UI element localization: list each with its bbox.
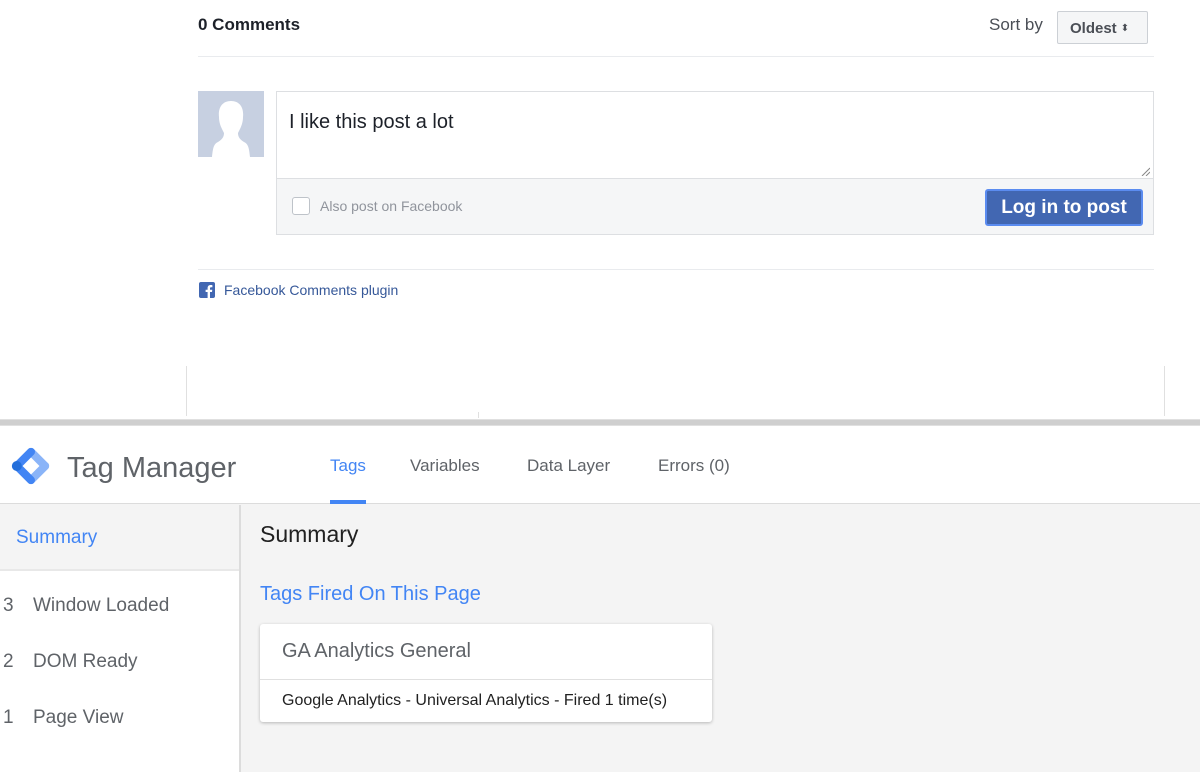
default-avatar-silhouette-icon xyxy=(212,101,250,157)
tab-tags[interactable]: Tags xyxy=(330,456,366,504)
tab-variables[interactable]: Variables xyxy=(410,456,480,504)
facebook-comments-plugin-link[interactable]: Facebook Comments plugin xyxy=(224,282,398,298)
comment-composer: Also post on Facebook Log in to post xyxy=(276,91,1154,235)
plugin-attribution: Facebook Comments plugin xyxy=(199,282,398,298)
divider xyxy=(198,56,1154,57)
section-title: Tags Fired On This Page xyxy=(260,583,481,605)
log-in-to-post-button[interactable]: Log in to post xyxy=(985,189,1143,226)
composer-footer: Also post on Facebook Log in to post xyxy=(277,178,1153,234)
tab-data-layer[interactable]: Data Layer xyxy=(527,456,610,504)
event-number: 1 xyxy=(3,707,14,728)
resize-handle-icon[interactable] xyxy=(1140,166,1150,176)
event-label: DOM Ready xyxy=(33,651,138,672)
page-title: Summary xyxy=(260,521,359,547)
panel-splitter[interactable] xyxy=(0,419,1200,426)
also-post-checkbox[interactable] xyxy=(292,197,310,215)
tag-manager-debug-panel: Tag Manager Tags Variables Data Layer Er… xyxy=(0,426,1200,772)
facebook-comments-section: 0 Comments Sort by Oldest⬍ Also post on … xyxy=(0,0,1200,420)
tag-description: Google Analytics - Universal Analytics -… xyxy=(282,692,668,709)
event-number: 3 xyxy=(3,595,14,616)
tag-card[interactable]: GA Analytics General Google Analytics - … xyxy=(260,624,712,722)
sidebar-item-window-loaded[interactable]: 3 Window Loaded xyxy=(0,595,239,635)
comment-input[interactable] xyxy=(277,92,1153,178)
sort-select[interactable]: Oldest ⬍ xyxy=(1057,11,1148,44)
sidebar-item-dom-ready[interactable]: 2 DOM Ready xyxy=(0,651,239,691)
tab-errors[interactable]: Errors (0) xyxy=(658,456,730,504)
tag-name: GA Analytics General xyxy=(282,640,471,662)
divider xyxy=(260,679,712,680)
sort-label: Sort by xyxy=(989,15,1043,34)
facebook-logo-icon xyxy=(199,282,215,298)
divider xyxy=(198,269,1154,270)
comment-count: 0 Comments xyxy=(198,15,301,34)
app-title: Tag Manager xyxy=(67,452,237,484)
sidebar-item-page-view[interactable]: 1 Page View xyxy=(0,707,239,747)
frame-border xyxy=(1164,366,1165,416)
sidebar-item-summary[interactable]: Summary xyxy=(0,505,239,571)
event-number: 2 xyxy=(3,651,14,672)
tag-manager-logo-icon xyxy=(11,447,50,485)
frame-border xyxy=(478,412,479,418)
sort-selected-value: Oldest xyxy=(1070,20,1117,37)
frame-border xyxy=(186,366,187,416)
event-label: Page View xyxy=(33,707,124,728)
sort-arrows-icon: ⬍ xyxy=(1120,23,1130,34)
event-sidebar: Summary 3 Window Loaded 2 DOM Ready 1 Pa… xyxy=(0,505,241,772)
avatar xyxy=(198,91,264,157)
gtm-header: Tag Manager Tags Variables Data Layer Er… xyxy=(0,426,1200,504)
event-label: Window Loaded xyxy=(33,595,170,616)
also-post-label: Also post on Facebook xyxy=(320,198,463,214)
